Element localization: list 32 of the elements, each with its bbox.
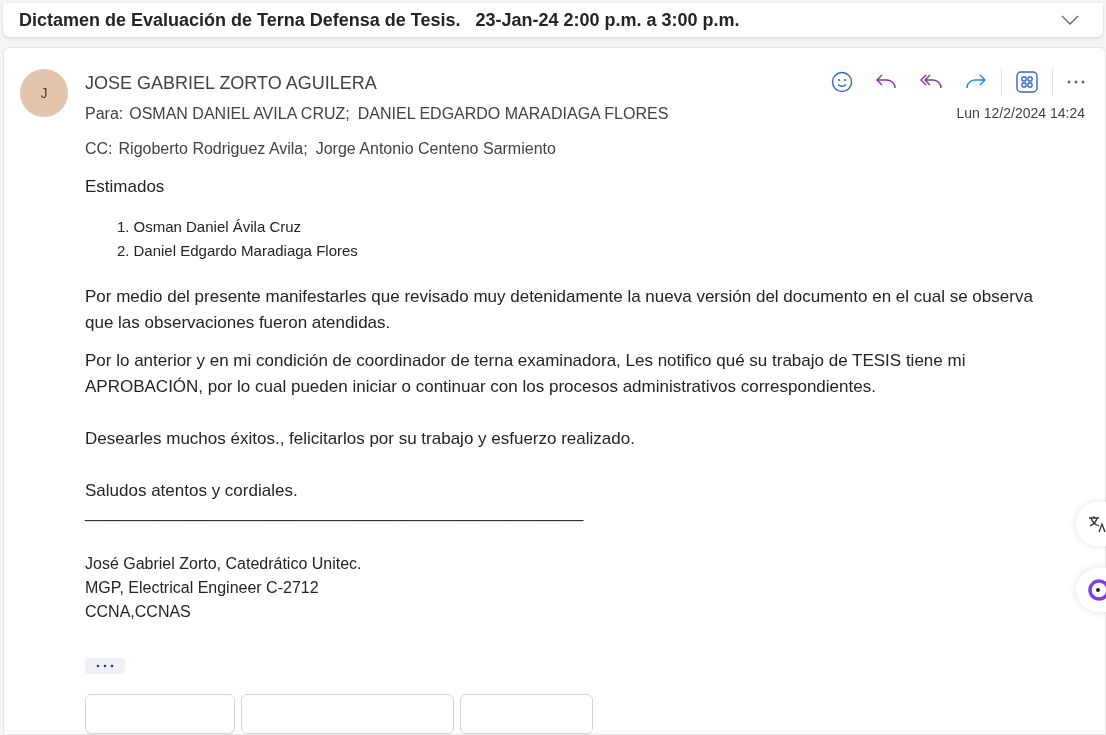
- list-number: 1.: [117, 217, 130, 237]
- translate-icon: [1088, 515, 1106, 533]
- ring-icon: [1088, 579, 1106, 601]
- avatar: J: [20, 69, 68, 117]
- sender-name: JOSE GABRIEL ZORTO AGUILERA: [85, 72, 378, 95]
- list-item: Daniel Edgardo Maradiaga Flores: [133, 241, 358, 261]
- signature-rule: ________________________________________________________: [85, 504, 584, 522]
- forward-icon[interactable]: [965, 73, 987, 91]
- greeting: Estimados: [85, 176, 166, 198]
- subject-title: Dictamen de Evaluación de Terna Defensa de Tesis. 23-Jan-24 2:00 p.m. a 3:00 p.m.: [19, 8, 740, 32]
- signature-line: José Gabriel Zorto, Catedrático Unitec.: [85, 554, 363, 574]
- recipient[interactable]: Jorge Antonio Centeno Sarmiento: [315, 137, 556, 161]
- recipient[interactable]: OSMAN DANIEL AVILA CRUZ;: [129, 102, 350, 126]
- emoji-icon[interactable]: [831, 71, 853, 93]
- list-item: Osman Daniel Ávila Cruz: [133, 217, 302, 237]
- paragraph: Desearles muchos éxitos., felicitarlos por su trabajo y esfuerzo realizado.: [85, 428, 636, 450]
- paragraph: Saludos atentos y cordiales.: [85, 480, 299, 502]
- paragraph: Por lo anterior y en mi condición de coordinador de terna examinadora, Les notifico qué su trabajo de TESIS tiene mi APROBACIÓN, por lo cual pueden iniciar o continuar con los procesos administrativos correspondientes.: [85, 350, 967, 398]
- cc-label: CC:: [85, 139, 113, 159]
- message-date: Lun 12/2/2024 14:24: [956, 104, 1085, 123]
- apps-icon[interactable]: [1016, 71, 1038, 93]
- paragraph: Por medio del presente manifestarles que revisado muy detenidamente la nueva versión del documento en el cual se observa que las observaciones fueron atendidas.: [85, 286, 1034, 334]
- signature-line: MGP, Electrical Engineer C-2712: [85, 578, 320, 598]
- reply-icon[interactable]: [875, 73, 897, 91]
- more-icon[interactable]: [1067, 80, 1085, 84]
- recipient[interactable]: DANIEL EDGARDO MARADIAGA FLORES: [357, 102, 669, 126]
- chevron-down-icon[interactable]: [1061, 15, 1079, 25]
- reply-all-icon[interactable]: [919, 73, 943, 91]
- signature-line: CCNA,CCNAS: [85, 602, 192, 622]
- list-number: 2.: [117, 241, 130, 261]
- to-label: Para:: [85, 104, 124, 124]
- recipient[interactable]: Rigoberto Rodriguez Avila;: [118, 137, 308, 161]
